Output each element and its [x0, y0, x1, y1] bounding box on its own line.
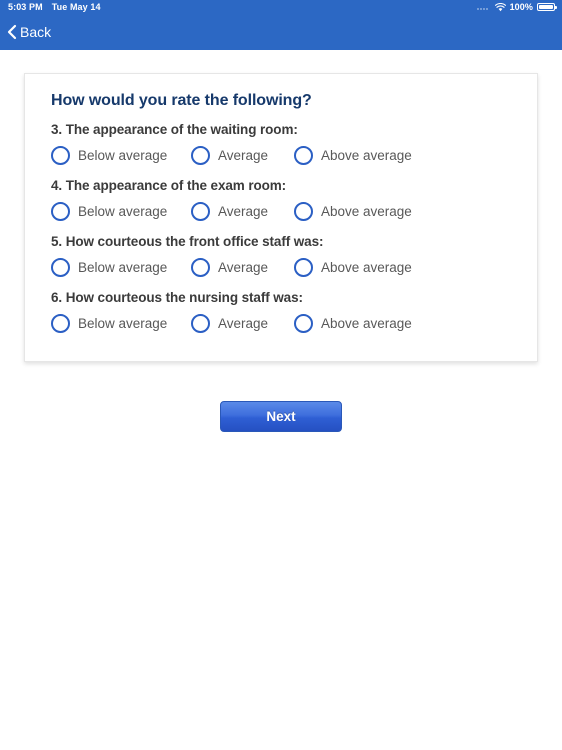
- radio-option-label: Above average: [321, 316, 412, 331]
- status-bar-left: 5:03 PM Tue May 14: [8, 2, 101, 12]
- back-button[interactable]: Back: [6, 24, 51, 40]
- radio-circle-icon[interactable]: [191, 202, 210, 221]
- navigation-bar: Back: [0, 14, 562, 50]
- radio-option-average[interactable]: Average: [191, 314, 294, 333]
- radio-option-label: Average: [218, 316, 269, 331]
- question-block: 3. The appearance of the waiting room: B…: [41, 122, 521, 165]
- question-block: 5. How courteous the front office staff …: [41, 234, 521, 277]
- radio-option-label: Below average: [78, 260, 168, 275]
- chevron-left-icon: [6, 24, 18, 40]
- signal-dots-icon: [476, 3, 491, 11]
- radio-option-below-average[interactable]: Below average: [51, 314, 191, 333]
- status-bar: 5:03 PM Tue May 14 100%: [0, 0, 562, 14]
- page-content: How would you rate the following? 3. The…: [0, 50, 562, 750]
- question-text: 5. How courteous the front office staff …: [51, 234, 324, 249]
- radio-option-label: Below average: [78, 316, 168, 331]
- radio-option-above-average[interactable]: Above average: [294, 202, 412, 221]
- radio-option-label: Below average: [78, 148, 168, 163]
- back-button-label: Back: [20, 24, 52, 40]
- radio-option-label: Above average: [321, 260, 412, 275]
- radio-circle-icon[interactable]: [191, 258, 210, 277]
- options-row: Below average Average Above average: [51, 146, 521, 165]
- status-time: 5:03 PM: [8, 2, 43, 12]
- options-row: Below average Average Above average: [51, 314, 521, 333]
- radio-option-label: Average: [218, 260, 269, 275]
- battery-full-icon: [537, 3, 557, 11]
- radio-option-average[interactable]: Average: [191, 258, 294, 277]
- radio-option-label: Average: [218, 204, 269, 219]
- radio-option-below-average[interactable]: Below average: [51, 258, 191, 277]
- radio-option-label: Above average: [321, 148, 412, 163]
- radio-option-above-average[interactable]: Above average: [294, 314, 412, 333]
- radio-option-label: Average: [218, 148, 269, 163]
- radio-option-below-average[interactable]: Below average: [51, 202, 191, 221]
- battery-percent-label: 100%: [509, 2, 533, 12]
- status-bar-right: 100%: [476, 2, 557, 12]
- radio-option-above-average[interactable]: Above average: [294, 258, 412, 277]
- card-title: How would you rate the following?: [51, 92, 312, 109]
- question-text: 3. The appearance of the waiting room:: [51, 122, 298, 137]
- radio-circle-icon[interactable]: [51, 202, 70, 221]
- radio-circle-icon[interactable]: [51, 146, 70, 165]
- question-block: 6. How courteous the nursing staff was: …: [41, 290, 521, 333]
- radio-circle-icon[interactable]: [191, 314, 210, 333]
- radio-option-above-average[interactable]: Above average: [294, 146, 412, 165]
- question-block: 4. The appearance of the exam room: Belo…: [41, 178, 521, 221]
- radio-option-label: Above average: [321, 204, 412, 219]
- status-date: Tue May 14: [51, 2, 101, 12]
- options-row: Below average Average Above average: [51, 202, 521, 221]
- wifi-icon: [494, 2, 506, 12]
- radio-circle-icon[interactable]: [51, 314, 70, 333]
- options-row: Below average Average Above average: [51, 258, 521, 277]
- radio-option-label: Below average: [78, 204, 168, 219]
- radio-circle-icon[interactable]: [191, 146, 210, 165]
- radio-circle-icon[interactable]: [294, 258, 313, 277]
- radio-circle-icon[interactable]: [294, 146, 313, 165]
- question-text: 4. The appearance of the exam room:: [51, 178, 287, 193]
- survey-card: How would you rate the following? 3. The…: [24, 73, 538, 362]
- radio-circle-icon[interactable]: [294, 314, 313, 333]
- question-text: 6. How courteous the nursing staff was:: [51, 290, 303, 305]
- radio-option-average[interactable]: Average: [191, 146, 294, 165]
- radio-option-average[interactable]: Average: [191, 202, 294, 221]
- radio-circle-icon[interactable]: [294, 202, 313, 221]
- radio-option-below-average[interactable]: Below average: [51, 146, 191, 165]
- next-button[interactable]: Next: [220, 401, 342, 432]
- radio-circle-icon[interactable]: [51, 258, 70, 277]
